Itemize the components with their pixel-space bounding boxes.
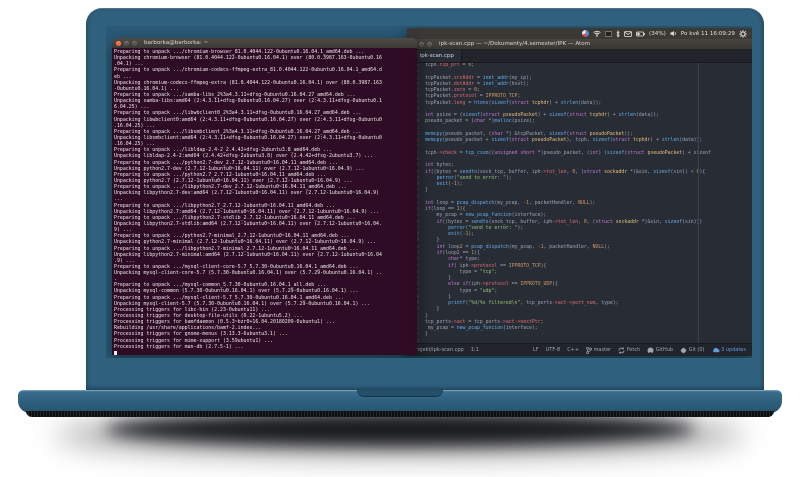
terminal-output-line: Unpacking python2.7-minimal (2.7.12-1ubu…	[114, 239, 377, 246]
volume-icon[interactable]	[670, 30, 677, 37]
maximize-button[interactable]	[132, 40, 137, 46]
status-git-branch[interactable]: master	[586, 346, 611, 354]
laptop-bottom-ridge	[26, 411, 774, 417]
bluetooth-icon[interactable]	[616, 29, 620, 38]
atom-window-title: ipk-scan.cpp — ~/Dokumenty/4.semester/IP…	[439, 41, 591, 47]
terminal-title: barborka@barborka: ~	[144, 40, 209, 46]
ubuntu-top-panel: (34%) Po kvě 11 16:09:29	[407, 28, 752, 39]
status-file-path[interactable]: projekt/ipk-scan.cpp	[413, 347, 464, 353]
keyboard-indicator-icon[interactable]	[605, 30, 613, 37]
code-editor[interactable]: 5315325335345355365375385395405415425435…	[407, 63, 752, 343]
terminal-output-line: Unpacking libpython2.7-dev:amd64 (2.7.12…	[114, 190, 379, 197]
mail-icon[interactable]	[624, 30, 632, 37]
status-grammar[interactable]: C++	[567, 347, 579, 353]
terminal-output-line: Unpacking libpython2.7-minimal:amd64 (2.…	[114, 251, 382, 258]
tab-label: ipk-scan.cpp	[419, 53, 454, 59]
status-line-ending[interactable]: LF	[533, 347, 539, 353]
code-pane[interactable]: tcph.tcp_prt = 0; tcpPacket.srcAddr = in…	[422, 63, 752, 343]
terminal-output-line: Unpacking chromium-codecs-ffmpeg-extra (…	[114, 79, 382, 86]
laptop-lid: (34%) Po kvě 11 16:09:29 ipk-scan.cpp — ~…	[86, 8, 764, 390]
terminal-output-line: Unpacking libpython2.7-stdlib:amd64 (2.7…	[114, 220, 382, 227]
status-github[interactable]: GitHub	[647, 347, 673, 354]
session-gear-icon[interactable]	[739, 29, 747, 38]
terminal-titlebar[interactable]: barborka@barborka: ~	[112, 38, 417, 48]
clock[interactable]: Po kvě 11 16:09:29	[681, 31, 735, 37]
terminal-prompt-line	[114, 350, 417, 355]
close-button[interactable]	[116, 40, 121, 46]
status-updates[interactable]: 3 updates	[712, 347, 746, 353]
wrap-guide	[698, 63, 699, 343]
status-encoding[interactable]: UTF-8	[546, 347, 561, 353]
atom-tab-bar: C ipk-scan.cpp	[407, 49, 752, 63]
terminal-output-line: Unpacking libsmbclient:amd64 (2:4.3.11+d…	[114, 134, 382, 141]
app-indicator-icon[interactable]	[582, 30, 590, 37]
code-line: tcph->check = tcp_csum((unsigned short *…	[425, 150, 711, 156]
terminal-output-line: Unpacking mysql-client-core-5.7 (5.7.30-…	[114, 270, 382, 277]
laptop-shadow	[105, 412, 695, 446]
terminal-window-buttons	[116, 40, 137, 46]
atom-editor-window: (34%) Po kvě 11 16:09:29 ipk-scan.cpp — ~…	[407, 28, 752, 356]
laptop-screen: (34%) Po kvě 11 16:09:29 ipk-scan.cpp — ~…	[106, 26, 752, 358]
terminal-cursor	[114, 350, 117, 355]
terminal-output-line: Preparing to unpack .../chromium-codecs-…	[114, 67, 382, 74]
minimize-button[interactable]	[124, 40, 129, 46]
terminal-output-line: Unpacking libwbclient0:amd64 (2:4.3.11+d…	[114, 116, 382, 123]
terminal-output-line: Unpacking samba-libs:amd64 (2:4.3.11+dfs…	[114, 98, 382, 105]
status-git-changes[interactable]: Git (0)	[680, 347, 705, 354]
atom-titlebar[interactable]: ipk-scan.cpp — ~/Dokumenty/4.semester/IP…	[407, 39, 752, 49]
terminal-output-line: Unpacking libldap-2.4-2:amd64 (2.4.42+df…	[114, 153, 374, 160]
status-cursor-position[interactable]: 1:1	[471, 347, 479, 353]
maximize-button[interactable]	[427, 41, 432, 47]
terminal-output-line: Unpacking libpython2.7:amd64 (2.7.12-1ub…	[114, 208, 379, 215]
terminal-output-line: Unpacking chromium-browser (81.0.4044.12…	[114, 55, 382, 62]
terminal-output[interactable]: Preparing to unpack .../chromium-browser…	[112, 48, 417, 355]
wifi-icon[interactable]	[593, 30, 601, 37]
status-fetch[interactable]: Fetch	[618, 346, 640, 354]
terminal-window: barborka@barborka: ~ Preparing to unpack…	[112, 38, 417, 355]
atom-status-bar: projekt/ipk-scan.cpp 1:1 LF UTF-8 C++ maste…	[407, 343, 752, 356]
laptop-lid-notch	[357, 390, 443, 397]
minimize-button[interactable]	[419, 41, 424, 47]
battery-icon[interactable]	[636, 31, 645, 37]
battery-percent[interactable]: (34%)	[649, 31, 666, 37]
